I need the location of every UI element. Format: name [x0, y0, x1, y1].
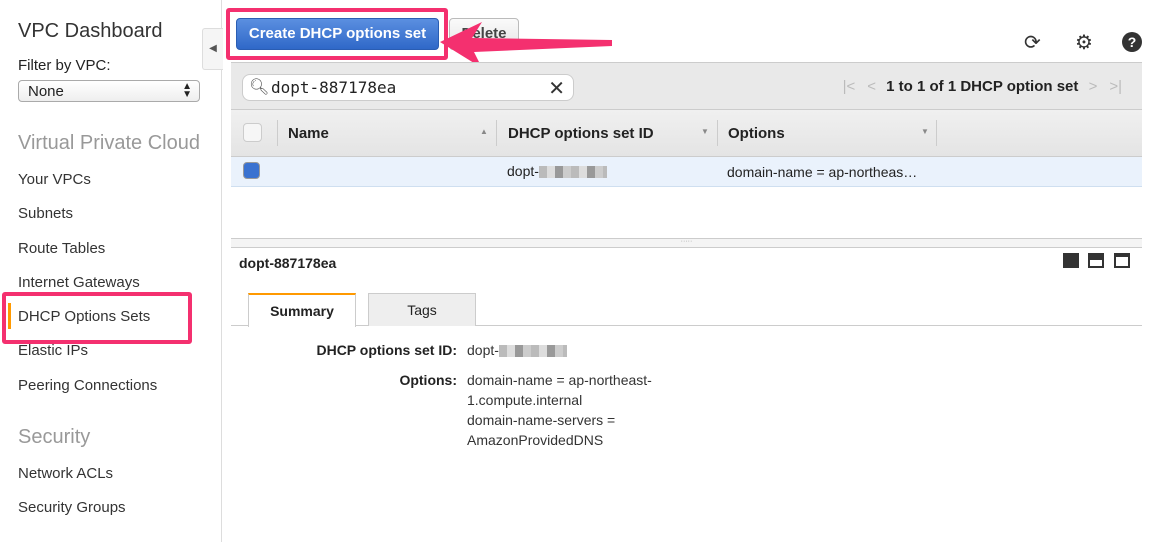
sidebar-item-route-tables[interactable]: Route Tables [18, 240, 105, 257]
vpc-filter-select[interactable]: None ▲ ▼ [18, 80, 200, 102]
refresh-icon[interactable]: ⟳ [1024, 30, 1041, 55]
vpc-filter-value: None [28, 83, 64, 100]
row-checkbox[interactable] [243, 162, 260, 179]
row-options: domain-name = ap-northeas… [727, 164, 918, 180]
view-bottom-icon[interactable] [1063, 253, 1079, 268]
details-title: dopt-887178ea [239, 255, 337, 271]
column-name[interactable]: Name [288, 125, 329, 142]
search-input[interactable]: 🔍︎ dopt-887178ea ✕ [242, 74, 574, 101]
tab-tags[interactable]: Tags [368, 293, 476, 326]
redacted-blur [498, 345, 567, 358]
highlight-box-create [226, 8, 448, 60]
highlight-box-sidebar [2, 292, 192, 344]
clear-search-icon[interactable]: ✕ [548, 76, 565, 101]
prev-page-icon[interactable]: < [867, 78, 876, 95]
view-half-icon[interactable] [1088, 253, 1104, 268]
sidebar: VPC Dashboard Filter by VPC: None ▲ ▼ Virt… [0, 0, 222, 542]
sidebar-item-security-groups[interactable]: Security Groups [18, 499, 126, 516]
sidebar-item-elastic-ips[interactable]: Elastic IPs [18, 342, 88, 359]
sort-asc-icon[interactable]: ▲ [480, 127, 488, 136]
sidebar-item-your-vpcs[interactable]: Your VPCs [18, 171, 91, 188]
next-page-icon[interactable]: > [1089, 78, 1098, 95]
sidebar-item-peering-connections[interactable]: Peering Connections [18, 377, 157, 394]
sort-icon[interactable]: ▼ [921, 127, 929, 136]
help-icon[interactable]: ? [1122, 32, 1142, 52]
tab-summary[interactable]: Summary [248, 293, 356, 327]
sidebar-item-internet-gateways[interactable]: Internet Gateways [18, 274, 140, 291]
filter-bar: 🔍︎ dopt-887178ea ✕ |< < 1 to 1 of 1 DHCP … [231, 62, 1142, 110]
view-full-icon[interactable] [1114, 253, 1130, 268]
section-virtual-private-cloud: Virtual Private Cloud [18, 132, 200, 154]
sidebar-item-network-acls[interactable]: Network ACLs [18, 465, 113, 482]
id-label: DHCP options set ID: [316, 342, 457, 358]
options-label: Options: [399, 372, 457, 388]
options-value: domain-name = ap-northeast- 1.compute.int… [467, 372, 652, 448]
column-options[interactable]: Options [728, 125, 785, 142]
id-value: dopt- [467, 340, 567, 360]
collapse-sidebar-button[interactable]: ◀ [202, 28, 223, 70]
gear-icon[interactable]: ⚙ [1075, 30, 1093, 55]
sidebar-item-subnets[interactable]: Subnets [18, 205, 73, 222]
redacted-blur [538, 166, 607, 179]
column-id[interactable]: DHCP options set ID [508, 125, 654, 142]
filter-label: Filter by VPC: [18, 57, 111, 74]
row-id: dopt- [507, 163, 607, 179]
search-value: dopt-887178ea [271, 78, 397, 97]
select-all-checkbox[interactable] [243, 123, 262, 142]
search-icon: 🔍︎ [249, 77, 270, 96]
pager-text: 1 to 1 of 1 DHCP option set [886, 78, 1079, 95]
select-arrows-icon: ▲ ▼ [182, 81, 192, 100]
pagination: |< < 1 to 1 of 1 DHCP option set > >| [837, 78, 1128, 95]
sidebar-title[interactable]: VPC Dashboard [18, 20, 163, 43]
resize-handle[interactable]: ····· [231, 238, 1142, 248]
table-row[interactable]: dopt- domain-name = ap-northeas… [231, 157, 1142, 187]
table-header: Name ▲ DHCP options set ID ▼ Options ▼ [231, 110, 1142, 157]
section-security: Security [18, 426, 91, 448]
last-page-icon[interactable]: >| [1109, 78, 1122, 95]
sort-icon[interactable]: ▼ [701, 127, 709, 136]
first-page-icon[interactable]: |< [843, 78, 856, 95]
